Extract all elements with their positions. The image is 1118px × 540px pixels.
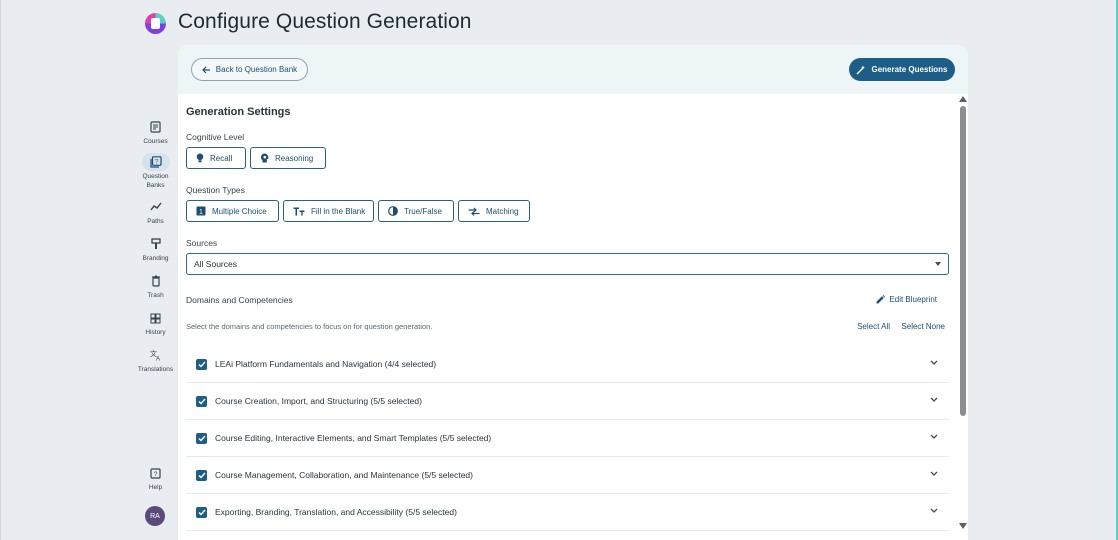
chip-label: Multiple Choice [212,206,267,216]
chip-label: Recall [210,153,233,163]
looks-one-icon: 1 [196,206,206,216]
scrollbar-thumb[interactable] [960,106,966,416]
sidebar-item-label: Question Banks [142,173,169,189]
sources-label: Sources [186,238,218,248]
sidebar-item-label: Paths [147,218,164,225]
sidebar-item-trash[interactable]: Trash [133,272,178,300]
card-toolbar: Back to Question Bank Generate Questions [178,45,968,94]
dropdown-caret-icon [935,262,941,266]
sidebar-item-branding[interactable]: Branding [133,235,178,263]
contrast-icon [388,206,398,216]
sidebar-item-label: Courses [143,138,168,145]
back-to-question-bank-button[interactable]: Back to Question Bank [191,58,308,81]
chip-matching[interactable]: Matching [458,200,530,222]
sidebar-item-paths[interactable]: Paths [133,198,178,226]
domain-label: LEAi Platform Fundamentals and Navigatio… [215,359,437,369]
sidebar-footer: ? Help [133,464,178,492]
checkbox-checked-icon[interactable] [196,432,207,444]
domains-label: Domains and Competencies [186,295,293,305]
sidebar-item-translations[interactable]: 文A Translations [133,346,178,374]
compare-arrows-icon [468,207,480,216]
svg-text:A: A [156,357,160,362]
pencil-icon [876,295,886,304]
main-card: Back to Question Bank Generate Questions… [178,45,968,540]
scroll-up-arrow-icon[interactable] [959,96,967,102]
back-button-label: Back to Question Bank [215,65,298,74]
lightbulb-icon [196,153,204,163]
domain-label: Course Editing, Interactive Elements, an… [215,433,492,443]
svg-text:1: 1 [199,209,203,216]
edit-blueprint-button[interactable]: Edit Blueprint [876,295,937,304]
chevron-down-icon[interactable] [930,397,938,403]
sidebar-item-label: Trash [147,292,164,299]
chip-label: Reasoning [275,153,314,163]
svg-text:?: ? [154,471,158,478]
avatar[interactable]: RA [145,506,165,526]
scroll-down-arrow-icon[interactable] [959,523,967,529]
sidebar: Courses ? Question Banks Paths Branding … [133,118,178,374]
domains-helper-text: Select the domains and competencies to f… [186,322,433,331]
chip-fill-in-the-blank[interactable]: Fill in the Blank [283,200,374,222]
sidebar-item-question-banks[interactable]: ? Question Banks [133,153,178,190]
chevron-down-icon[interactable] [930,471,938,477]
question-types-label: Question Types [186,185,245,195]
domain-row[interactable]: Course Creation, Import, and Structuring… [186,383,949,420]
paths-icon [142,198,170,216]
sidebar-item-label: Branding [142,255,169,262]
select-none-button[interactable]: Select None [901,322,945,331]
chevron-down-icon[interactable] [930,508,938,514]
chip-recall[interactable]: Recall [186,147,246,169]
checkbox-checked-icon[interactable] [196,506,207,518]
sources-select-value: All Sources [194,259,237,269]
psychology-icon [261,153,269,163]
translations-icon: 文A [142,346,170,364]
app-logo [145,13,166,34]
vertical-scrollbar[interactable] [958,94,968,531]
domain-row[interactable]: LEAi Platform Fundamentals and Navigatio… [186,346,949,383]
help-icon: ? [142,464,170,482]
edit-blueprint-label: Edit Blueprint [889,295,937,304]
chip-reasoning[interactable]: Reasoning [250,147,326,169]
arrow-left-icon [201,66,210,73]
sidebar-item-help[interactable]: ? Help [133,464,178,492]
domain-row[interactable]: Course Management, Collaboration, and Ma… [186,457,949,494]
chip-label: Fill in the Blank [311,206,366,216]
chevron-down-icon[interactable] [930,434,938,440]
page-title: Configure Question Generation [178,10,472,33]
history-icon [142,309,170,327]
cognitive-level-label: Cognitive Level [186,132,245,142]
magic-wand-icon [856,65,866,74]
chip-true-false[interactable]: True/False [378,200,454,222]
section-title: Generation Settings [186,106,291,118]
chip-label: True/False [404,206,442,216]
sidebar-item-label: History [145,329,166,336]
checkbox-checked-icon[interactable] [196,469,207,481]
generate-button-label: Generate Questions [871,65,948,74]
chevron-down-icon[interactable] [930,360,938,366]
domain-label: Exporting, Branding, Translation, and Ac… [215,507,457,517]
sources-select[interactable]: All Sources [186,253,949,275]
trash-icon [142,272,170,290]
sidebar-item-label: Translations [137,366,174,373]
domain-label: Course Management, Collaboration, and Ma… [215,470,473,480]
sidebar-item-label: Help [148,484,163,491]
branding-icon [142,235,170,253]
text-fields-icon [293,207,305,215]
select-all-button[interactable]: Select All [857,322,890,331]
chip-multiple-choice[interactable]: 1 Multiple Choice [186,200,279,222]
checkbox-checked-icon[interactable] [196,395,207,407]
courses-icon [142,118,170,136]
sidebar-item-courses[interactable]: Courses [133,118,178,146]
checkbox-checked-icon[interactable] [196,358,207,370]
generate-questions-button[interactable]: Generate Questions [849,58,955,81]
sidebar-item-history[interactable]: History [133,309,178,337]
domain-row[interactable]: Exporting, Branding, Translation, and Ac… [186,494,949,531]
question-banks-icon: ? [141,153,170,171]
domain-row[interactable]: Course Editing, Interactive Elements, an… [186,420,949,457]
domain-label: Course Creation, Import, and Structuring… [215,396,422,406]
chip-label: Matching [486,206,519,216]
